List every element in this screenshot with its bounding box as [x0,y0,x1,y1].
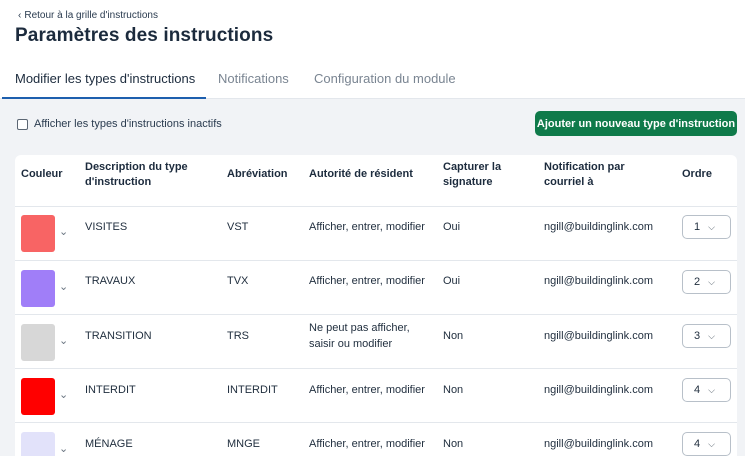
email-cell: ngill@buildinglink.com [544,330,653,342]
column-header-description-line1: Description du type [85,161,188,173]
description-cell: VISITES [85,221,128,233]
chevron-down-icon[interactable]: ⌄ [59,388,68,401]
authority-line1: Afficher, entrer, modifier [309,438,425,450]
back-link[interactable]: ‹ Retour à la grille d'instructions [18,10,158,21]
show-inactive-checkbox[interactable] [17,118,28,130]
column-header-email-line2: courriel à [544,176,594,188]
order-select[interactable]: 2 ⌵ [682,270,731,294]
email-cell: ngill@buildinglink.com [544,438,653,450]
chevron-down-icon: ⌵ [708,221,715,232]
abbreviation-cell: VST [227,221,249,233]
chevron-down-icon: ⌵ [708,330,715,341]
chevron-down-icon: ⌵ [708,384,715,395]
signature-cell: Non [443,330,464,342]
column-header-email-line1: Notification par [544,161,625,173]
column-header-color: Couleur [21,168,63,180]
order-value: 4 [694,384,701,396]
chevron-down-icon: ⌵ [708,276,715,287]
authority-line1: Afficher, entrer, modifier [309,275,425,287]
column-header-description: Description du type d'instruction [85,160,188,190]
column-header-abbreviation: Abréviation [227,168,288,180]
order-select[interactable]: 4 ⌵ [682,378,731,402]
chevron-left-icon: ‹ [18,9,22,21]
tab-notifications[interactable]: Notifications [218,71,289,86]
abbreviation-cell: MNGE [227,438,260,450]
email-cell: ngill@buildinglink.com [544,221,653,233]
table-row: ⌄ INTERDIT INTERDIT Afficher, entrer, mo… [15,369,737,423]
column-header-email: Notification par courriel à [544,160,625,190]
description-cell: TRANSITION [85,330,152,342]
order-select[interactable]: 3 ⌵ [682,324,731,348]
order-value: 3 [694,330,701,342]
show-inactive-label: Afficher les types d'instructions inacti… [34,118,222,130]
abbreviation-cell: TRS [227,330,249,342]
instruction-types-table: Couleur Description du type d'instructio… [15,155,737,456]
signature-cell: Non [443,384,464,396]
authority-line2: saisir ou modifier [309,338,393,350]
table-row: ⌄ MÉNAGE MNGE Afficher, entrer, modifier… [15,423,737,456]
abbreviation-cell: INTERDIT [227,384,278,396]
authority-line1: Ne peut pas afficher, [309,322,410,334]
order-select[interactable]: 1 ⌵ [682,215,731,239]
chevron-down-icon: ⌵ [708,438,715,449]
column-header-signature: Capturer la signature [443,160,501,190]
chevron-down-icon[interactable]: ⌄ [59,334,68,347]
authority-cell: Ne peut pas afficher, saisir ou modifier [309,320,410,352]
column-header-description-line2: d'instruction [85,176,152,188]
email-cell: ngill@buildinglink.com [544,384,653,396]
back-link-label: Retour à la grille d'instructions [24,10,158,21]
page-title: Paramètres des instructions [15,25,274,46]
signature-cell: Oui [443,275,461,287]
description-cell: MÉNAGE [85,438,133,450]
authority-cell: Afficher, entrer, modifier [309,273,425,289]
authority-cell: Afficher, entrer, modifier [309,382,425,398]
column-header-signature-line2: signature [443,176,493,188]
authority-line1: Afficher, entrer, modifier [309,384,425,396]
color-swatch[interactable] [21,324,55,361]
color-swatch[interactable] [21,378,55,415]
order-select[interactable]: 4 ⌵ [682,432,731,456]
table-row: ⌄ VISITES VST Afficher, entrer, modifier… [15,207,737,261]
order-value: 1 [694,221,701,233]
color-swatch[interactable] [21,270,55,307]
show-inactive-toggle[interactable]: Afficher les types d'instructions inacti… [17,118,222,130]
table-row: ⌄ TRAVAUX TVX Afficher, entrer, modifier… [15,261,737,315]
authority-cell: Afficher, entrer, modifier [309,219,425,235]
authority-cell: Afficher, entrer, modifier [309,436,425,452]
authority-line1: Afficher, entrer, modifier [309,221,425,233]
main-content: Afficher les types d'instructions inacti… [0,99,745,456]
email-cell: ngill@buildinglink.com [544,275,653,287]
description-cell: INTERDIT [85,384,136,396]
color-swatch[interactable] [21,432,55,456]
add-instruction-type-button[interactable]: Ajouter un nouveau type d'instruction [535,111,737,136]
abbreviation-cell: TVX [227,275,249,287]
signature-cell: Non [443,438,464,450]
tab-module-configuration[interactable]: Configuration du module [314,71,456,86]
signature-cell: Oui [443,221,461,233]
column-header-signature-line1: Capturer la [443,161,502,173]
order-value: 4 [694,438,701,450]
tab-bar: Modifier les types d'instructions Notifi… [0,58,745,99]
order-value: 2 [694,276,701,288]
chevron-down-icon[interactable]: ⌄ [59,225,68,238]
chevron-down-icon[interactable]: ⌄ [59,280,68,293]
table-row: ⌄ TRANSITION TRS Ne peut pas afficher, s… [15,315,737,369]
tab-edit-types[interactable]: Modifier les types d'instructions [15,71,195,86]
description-cell: TRAVAUX [85,275,136,287]
chevron-down-icon[interactable]: ⌄ [59,442,68,455]
column-header-order: Ordre [682,168,712,180]
color-swatch[interactable] [21,215,55,252]
column-header-authority: Autorité de résident [309,168,413,180]
